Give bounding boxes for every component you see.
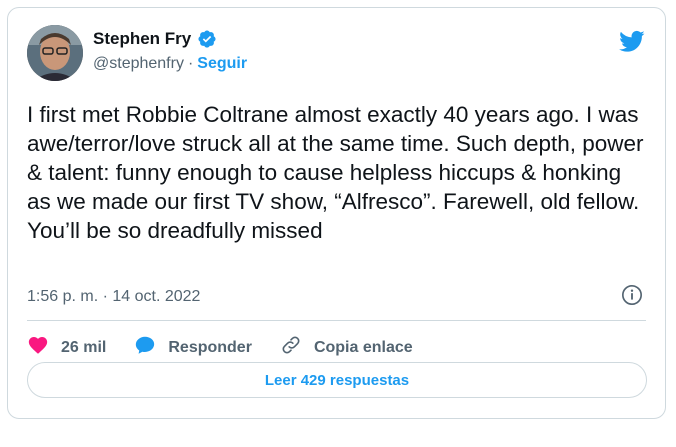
tweet-timestamp[interactable]: 1:56 p. m. · 14 oct. 2022 xyxy=(27,288,200,306)
tweet-text: I first met Robbie Coltrane almost exact… xyxy=(27,102,644,243)
avatar[interactable] xyxy=(27,25,83,81)
action-bar: 26 mil Responder Copia enlace xyxy=(27,334,441,361)
twitter-bird-icon[interactable] xyxy=(617,28,647,54)
separator-dot: · xyxy=(187,55,194,72)
link-icon xyxy=(280,334,302,361)
tweet-card: Stephen Fry @stephenfry · Seguir I first… xyxy=(7,7,666,419)
verified-badge-icon xyxy=(197,29,217,49)
reply-label: Responder xyxy=(168,338,252,356)
read-replies-button[interactable]: Leer 429 respuestas xyxy=(27,362,647,398)
copy-link-label: Copia enlace xyxy=(313,338,413,356)
reply-bubble-icon xyxy=(134,334,156,361)
like-count: 26 mil xyxy=(61,338,107,356)
author-name-row: Stephen Fry xyxy=(93,29,217,49)
follow-button[interactable]: Seguir xyxy=(197,55,247,73)
info-icon[interactable] xyxy=(621,284,643,306)
heart-icon xyxy=(27,334,49,361)
author-handle[interactable]: @stephenfry xyxy=(93,55,184,73)
reply-button[interactable]: Responder xyxy=(134,334,252,361)
author-handle-row: @stephenfry · Seguir xyxy=(93,55,247,73)
like-button[interactable]: 26 mil xyxy=(27,334,106,361)
author-name[interactable]: Stephen Fry xyxy=(93,29,191,49)
divider xyxy=(27,320,646,321)
copy-link-button[interactable]: Copia enlace xyxy=(280,334,413,361)
